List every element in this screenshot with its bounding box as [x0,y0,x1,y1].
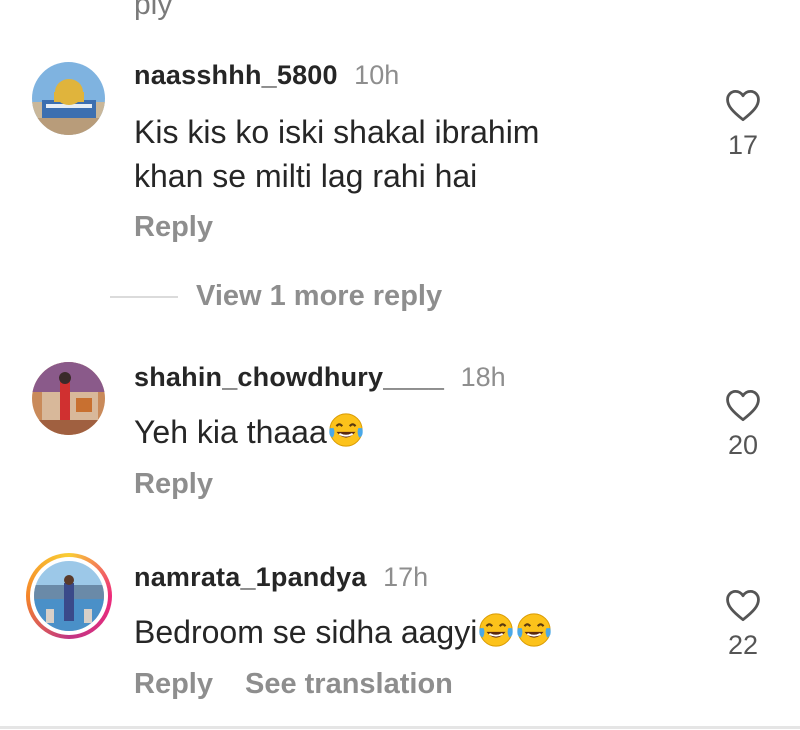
face-with-tears-of-joy-icon [517,613,552,647]
reply-button[interactable]: Reply [134,468,213,500]
heart-outline-icon[interactable] [724,88,762,122]
face-with-tears-of-joy-icon [329,413,363,447]
face-with-tears-of-joy-icon [479,613,514,647]
like-control: 22 [722,588,764,661]
heart-outline-icon[interactable] [724,588,762,622]
comment-time: 17h [383,562,429,592]
comment-text: Bedroom se sidha aagyi [134,610,694,654]
previous-reply-cut: ply [134,0,173,21]
comment-username[interactable]: namrata_1pandya [134,562,367,592]
comment-text: Kis kis ko iski shakal ibrahim khan se m… [134,114,540,194]
avatar[interactable] [32,62,105,135]
comment-username[interactable]: shahin_chowdhury____ [134,362,444,392]
like-control: 20 [722,388,764,461]
reply-button[interactable]: Reply [134,668,213,700]
comment-time: 10h [354,60,400,90]
like-count: 20 [727,430,759,460]
avatar[interactable] [32,362,105,435]
see-translation-button[interactable]: See translation [245,668,453,700]
comment-text: Yeh kia thaaa [134,410,694,454]
reply-button[interactable]: Reply [134,211,213,243]
heart-outline-icon[interactable] [724,388,762,422]
divider [0,726,800,729]
comment-time: 18h [460,362,506,392]
view-more-label[interactable]: View 1 more reply [196,280,442,312]
view-more-replies[interactable]: View 1 more reply [110,280,442,313]
like-count: 17 [727,130,759,160]
comment-username[interactable]: naasshhh_5800 [134,60,338,90]
like-control: 17 [722,88,764,161]
avatar-story-ring[interactable] [26,553,112,639]
divider [110,295,178,298]
like-count: 22 [727,630,759,660]
